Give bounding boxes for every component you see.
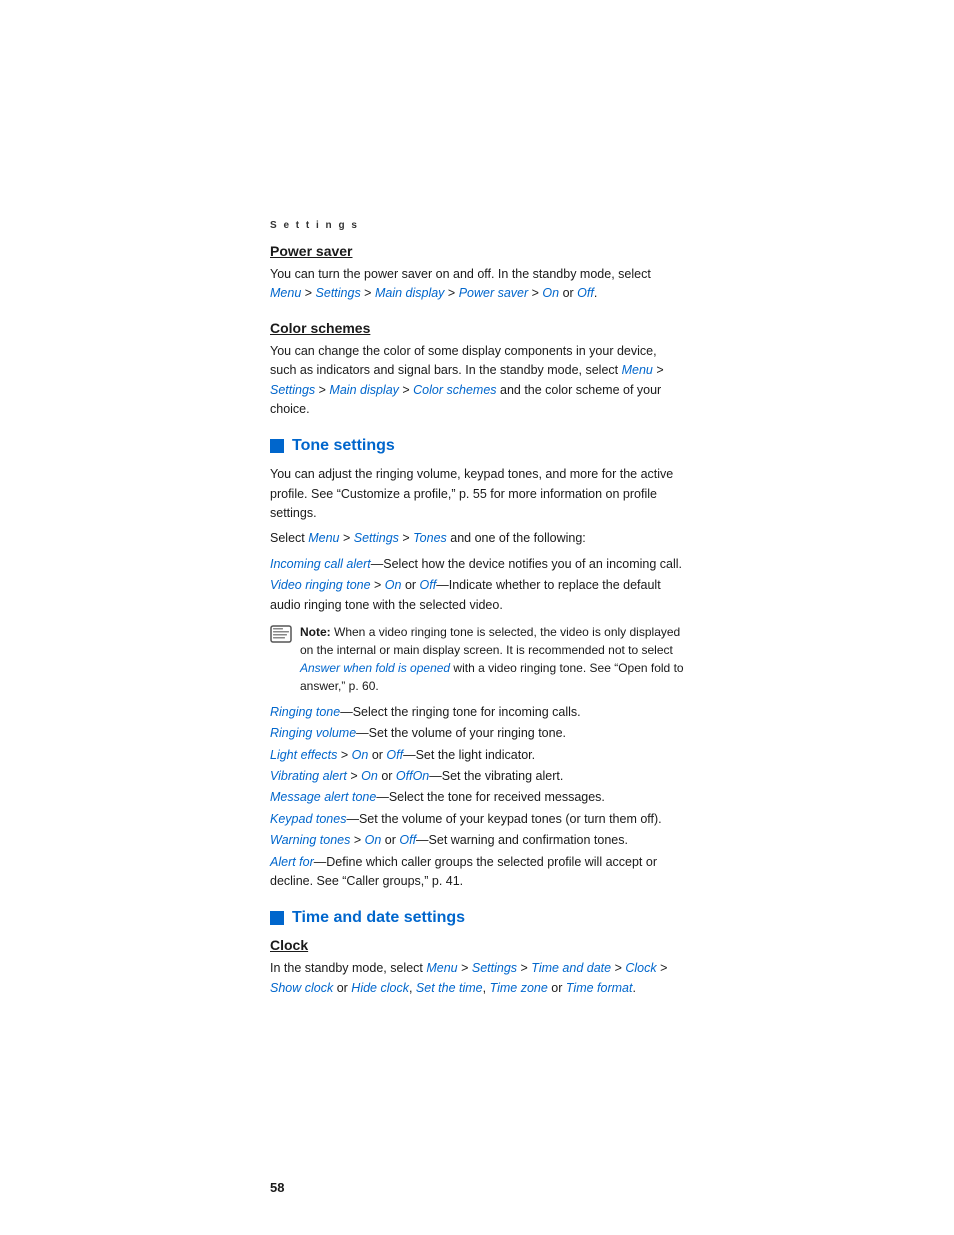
page: S e t t i n g s Power saver You can turn… [0, 0, 954, 1235]
vibrating-alert-off-link[interactable]: OffOn [396, 769, 429, 783]
power-saver-heading: Power saver [270, 243, 684, 259]
time-date-heading: Time and date settings [270, 909, 684, 927]
time-date-icon [270, 911, 284, 925]
color-schemes-heading: Color schemes [270, 320, 684, 336]
warning-tones-item: Warning tones > On or Off—Set warning an… [270, 831, 684, 850]
power-saver-powersaver-link[interactable]: Power saver [459, 286, 528, 300]
warning-tones-link[interactable]: Warning tones [270, 833, 350, 847]
power-saver-section: Power saver You can turn the power saver… [270, 243, 684, 304]
tone-settings-icon [270, 439, 284, 453]
message-alert-link[interactable]: Message alert tone [270, 790, 376, 804]
clock-hideclock-link[interactable]: Hide clock [351, 981, 409, 995]
clock-settings-link[interactable]: Settings [472, 961, 517, 975]
note-box: Note: When a video ringing tone is selec… [270, 623, 684, 695]
incoming-call-item: Incoming call alert—Select how the devic… [270, 555, 684, 574]
note-label: Note: [300, 625, 331, 639]
ringing-tone-item: Ringing tone—Select the ringing tone for… [270, 703, 684, 722]
light-effects-link[interactable]: Light effects [270, 748, 337, 762]
vibrating-alert-on-link[interactable]: On [361, 769, 378, 783]
clock-menu-link[interactable]: Menu [426, 961, 457, 975]
clock-clock-link[interactable]: Clock [625, 961, 656, 975]
keypad-tones-link[interactable]: Keypad tones [270, 812, 346, 826]
clock-timezone-link[interactable]: Time zone [490, 981, 548, 995]
color-schemes-colorschemes-link[interactable]: Color schemes [413, 383, 496, 397]
page-number: 58 [270, 1180, 284, 1195]
vibrating-alert-item: Vibrating alert > On or OffOn—Set the vi… [270, 767, 684, 786]
tone-tones-link[interactable]: Tones [413, 531, 447, 545]
alert-for-link[interactable]: Alert for [270, 855, 314, 869]
section-label: S e t t i n g s [270, 220, 684, 231]
power-saver-maindisplay-link[interactable]: Main display [375, 286, 444, 300]
message-alert-item: Message alert tone—Select the tone for r… [270, 788, 684, 807]
time-date-section: Time and date settings Clock In the stan… [270, 909, 684, 998]
keypad-tones-item: Keypad tones—Set the volume of your keyp… [270, 810, 684, 829]
video-ringing-item: Video ringing tone > On or Off—Indicate … [270, 576, 684, 615]
power-saver-menu-link[interactable]: Menu [270, 286, 301, 300]
color-schemes-section: Color schemes You can change the color o… [270, 320, 684, 420]
incoming-call-link[interactable]: Incoming call alert [270, 557, 371, 571]
power-saver-on-link[interactable]: On [542, 286, 559, 300]
vibrating-alert-link[interactable]: Vibrating alert [270, 769, 347, 783]
color-schemes-settings-link[interactable]: Settings [270, 383, 315, 397]
video-ringing-on-link[interactable]: On [385, 578, 402, 592]
alert-for-item: Alert for—Define which caller groups the… [270, 853, 684, 892]
tone-settings-heading: Tone settings [270, 437, 684, 455]
video-ringing-off-link[interactable]: Off [420, 578, 437, 592]
tone-menu-link[interactable]: Menu [308, 531, 339, 545]
tone-settings-section: Tone settings You can adjust the ringing… [270, 437, 684, 891]
clock-timeformat-link[interactable]: Time format [566, 981, 633, 995]
clock-settime-link[interactable]: Set the time [416, 981, 483, 995]
ringing-volume-link[interactable]: Ringing volume [270, 726, 356, 740]
video-ringing-link[interactable]: Video ringing tone [270, 578, 371, 592]
clock-section: Clock In the standby mode, select Menu >… [270, 937, 684, 998]
power-saver-off-link[interactable]: Off [577, 286, 594, 300]
power-saver-text: You can turn the power saver on and off.… [270, 267, 651, 281]
light-effects-on-link[interactable]: On [352, 748, 369, 762]
tone-settings-intro1: You can adjust the ringing volume, keypa… [270, 465, 684, 523]
content-area: S e t t i n g s Power saver You can turn… [0, 0, 954, 1068]
light-effects-off-link[interactable]: Off [386, 748, 403, 762]
power-saver-settings-link[interactable]: Settings [316, 286, 361, 300]
answer-fold-link[interactable]: Answer when fold is opened [300, 661, 450, 675]
color-schemes-body: You can change the color of some display… [270, 342, 684, 420]
ringing-volume-item: Ringing volume—Set the volume of your ri… [270, 724, 684, 743]
tone-settings-intro2: Select Menu > Settings > Tones and one o… [270, 529, 684, 548]
warning-tones-on-link[interactable]: On [365, 833, 382, 847]
note-icon [270, 625, 292, 643]
light-effects-item: Light effects > On or Off—Set the light … [270, 746, 684, 765]
tone-settings-link[interactable]: Settings [354, 531, 399, 545]
clock-body: In the standby mode, select Menu > Setti… [270, 959, 684, 998]
warning-tones-off-link[interactable]: Off [399, 833, 416, 847]
clock-timedate-link[interactable]: Time and date [531, 961, 611, 975]
color-schemes-maindisplay-link[interactable]: Main display [329, 383, 398, 397]
note-text: Note: When a video ringing tone is selec… [300, 623, 684, 695]
color-schemes-menu-link[interactable]: Menu [622, 363, 653, 377]
clock-showclock-link[interactable]: Show clock [270, 981, 333, 995]
ringing-tone-link[interactable]: Ringing tone [270, 705, 340, 719]
power-saver-body: You can turn the power saver on and off.… [270, 265, 684, 304]
clock-heading: Clock [270, 937, 684, 953]
